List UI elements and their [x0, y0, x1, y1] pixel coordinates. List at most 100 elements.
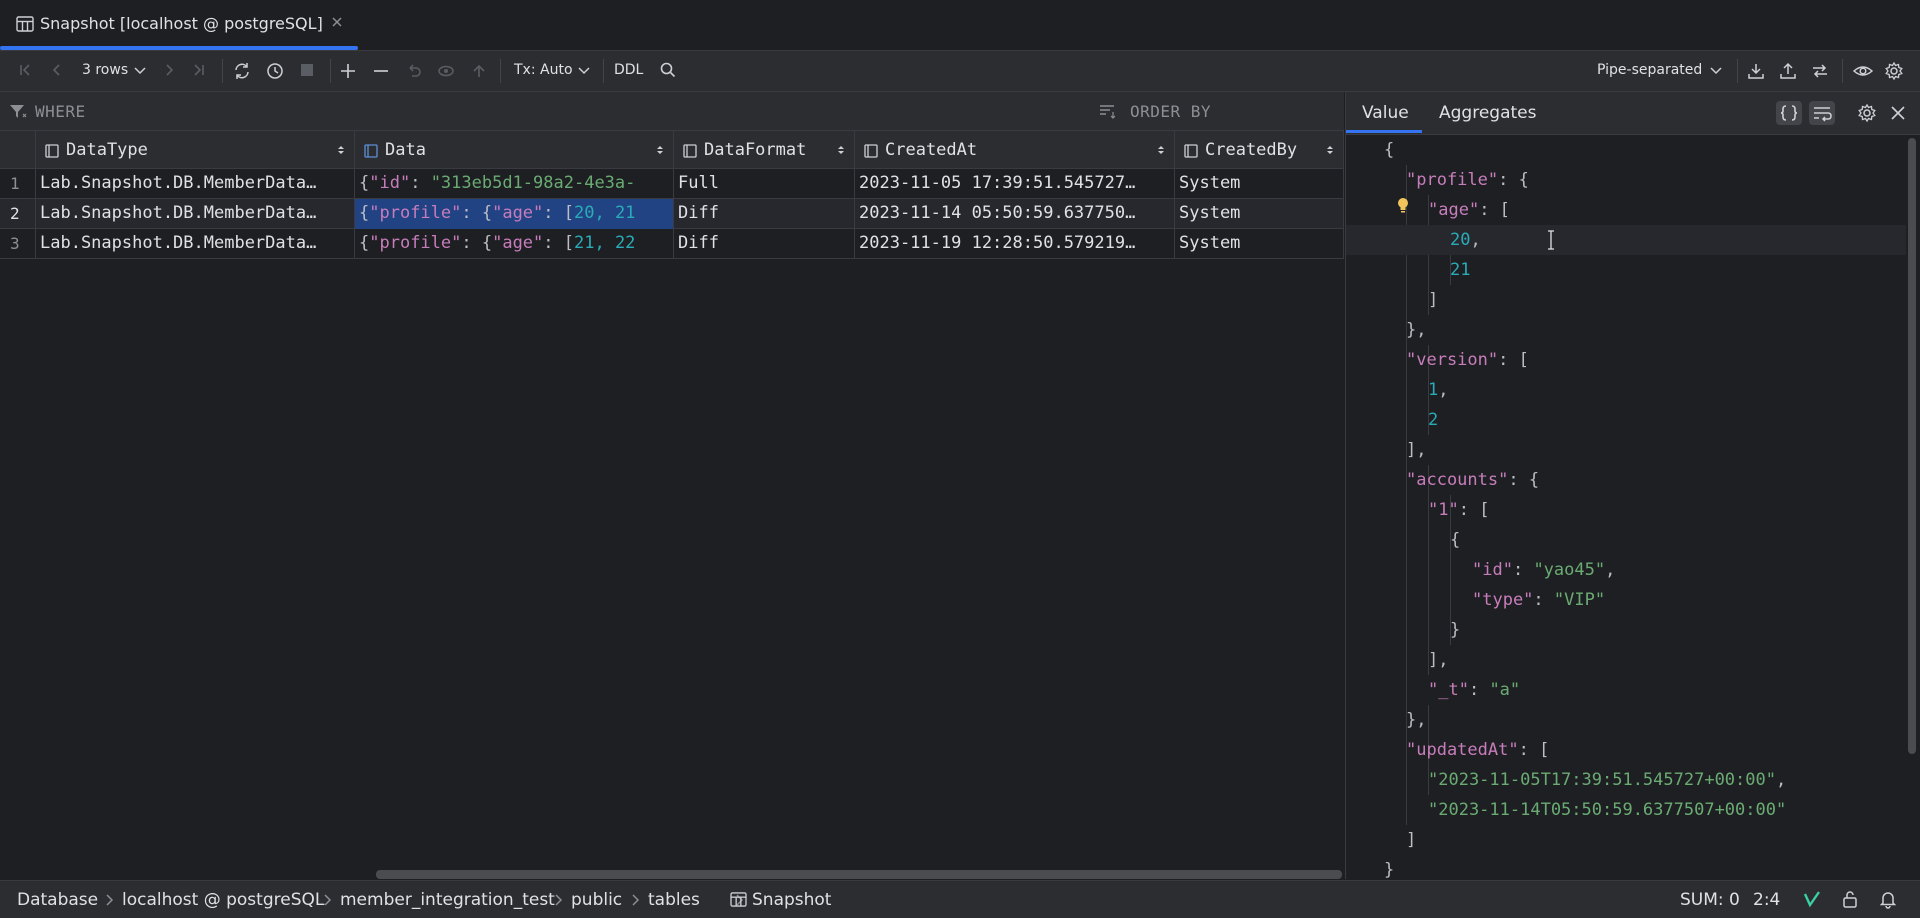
transaction-mode-selector[interactable]: Tx: Auto	[514, 62, 573, 78]
cell-dataformat[interactable]: Diff	[674, 229, 855, 259]
json-line[interactable]: },	[1346, 705, 1906, 735]
column-header-data[interactable]: Data	[355, 131, 674, 169]
previous-page-icon[interactable]	[48, 61, 66, 79]
add-row-icon[interactable]	[338, 61, 358, 81]
sort-arrows-icon[interactable]	[336, 144, 346, 156]
json-line[interactable]: }	[1346, 615, 1906, 645]
json-line[interactable]: },	[1346, 315, 1906, 345]
cell-data[interactable]: {"profile": {"age": [21, 22	[355, 229, 674, 259]
cell-createdat[interactable]: 2023-11-19 12:28:50.579219…	[855, 229, 1175, 259]
tab-value[interactable]: Value	[1362, 103, 1409, 123]
upload-icon[interactable]	[1778, 61, 1798, 81]
cell-datatype[interactable]: Lab.Snapshot.DB.MemberData…	[36, 229, 355, 259]
json-line[interactable]: "2023-11-14T05:50:59.6377507+00:00"	[1346, 795, 1906, 825]
json-line[interactable]: ],	[1346, 645, 1906, 675]
sort-arrows-icon[interactable]	[1325, 144, 1335, 156]
chevron-down-icon[interactable]	[132, 61, 148, 79]
json-line[interactable]: "updatedAt": [	[1346, 735, 1906, 765]
json-line[interactable]: {	[1346, 135, 1906, 165]
table-row[interactable]: 3 Lab.Snapshot.DB.MemberData… {"profile"…	[0, 229, 1344, 259]
chevron-down-icon[interactable]	[576, 61, 592, 79]
json-line[interactable]: 21	[1346, 255, 1906, 285]
vertical-scrollbar[interactable]	[1908, 138, 1916, 754]
json-line[interactable]: "2023-11-05T17:39:51.545727+00:00",	[1346, 765, 1906, 795]
json-line[interactable]: {	[1346, 525, 1906, 555]
stop-icon[interactable]	[298, 61, 316, 79]
rows-selector[interactable]: 3 rows	[82, 62, 128, 78]
where-filter-input[interactable]: WHERE	[35, 102, 86, 121]
json-line[interactable]: "version": [	[1346, 345, 1906, 375]
json-line[interactable]: 20,	[1346, 225, 1906, 255]
cell-dataformat[interactable]: Diff	[674, 199, 855, 229]
breadcrumb-item[interactable]: Database	[17, 890, 98, 910]
json-line[interactable]: ]	[1346, 825, 1906, 855]
cell-datatype[interactable]: Lab.Snapshot.DB.MemberData…	[36, 169, 355, 199]
column-header-createdat[interactable]: CreatedAt	[855, 131, 1175, 169]
delete-row-icon[interactable]	[371, 61, 391, 81]
notifications-bell-icon[interactable]	[1878, 889, 1898, 909]
json-line[interactable]: "age": [	[1346, 195, 1906, 225]
history-icon[interactable]	[265, 61, 285, 81]
lightbulb-icon[interactable]	[1396, 197, 1410, 215]
export-format-selector[interactable]: Pipe-separated	[1597, 62, 1702, 78]
validation-check-icon[interactable]	[1802, 889, 1822, 909]
cell-data-selected[interactable]: {"profile": {"age": [20, 21	[355, 199, 674, 229]
cell-data[interactable]: {"id": "313eb5d1-98a2-4e3a-	[355, 169, 674, 199]
download-icon[interactable]	[1746, 61, 1766, 81]
revert-icon[interactable]	[404, 61, 424, 81]
breadcrumb-item[interactable]: localhost @ postgreSQL	[122, 890, 324, 910]
close-icon[interactable]	[1885, 101, 1911, 125]
table-row[interactable]: 1 Lab.Snapshot.DB.MemberData… {"id": "31…	[0, 169, 1344, 199]
cell-createdby[interactable]: System	[1175, 229, 1344, 259]
breadcrumb-item[interactable]: member_integration_test	[340, 890, 555, 910]
sort-arrows-icon[interactable]	[836, 144, 846, 156]
cell-dataformat[interactable]: Full	[674, 169, 855, 199]
horizontal-scrollbar[interactable]	[376, 870, 1342, 879]
json-line[interactable]: 1,	[1346, 375, 1906, 405]
breadcrumb-item[interactable]: public	[571, 890, 622, 910]
table-row[interactable]: 2 Lab.Snapshot.DB.MemberData… {"profile"…	[0, 199, 1344, 229]
column-header-dataformat[interactable]: DataFormat	[674, 131, 855, 169]
column-header-createdby[interactable]: CreatedBy	[1175, 131, 1344, 169]
json-line[interactable]: "_t": "a"	[1346, 675, 1906, 705]
next-page-icon[interactable]	[160, 61, 178, 79]
json-format-icon[interactable]	[1776, 101, 1802, 125]
settings-gear-icon[interactable]	[1854, 101, 1880, 125]
tab-snapshot[interactable]: Snapshot [localhost @ postgreSQL]	[0, 0, 358, 50]
preview-changes-icon[interactable]	[436, 61, 456, 81]
last-page-icon[interactable]	[190, 61, 208, 79]
json-line[interactable]: "id": "yao45",	[1346, 555, 1906, 585]
soft-wrap-icon[interactable]	[1809, 101, 1835, 125]
json-line[interactable]: "profile": {	[1346, 165, 1906, 195]
settings-gear-icon[interactable]	[1884, 61, 1904, 81]
search-icon[interactable]	[659, 61, 677, 79]
json-line[interactable]: "1": [	[1346, 495, 1906, 525]
sort-arrows-icon[interactable]	[655, 144, 665, 156]
json-line[interactable]: "type": "VIP"	[1346, 585, 1906, 615]
close-icon[interactable]	[330, 15, 344, 29]
eye-icon[interactable]	[1852, 61, 1874, 81]
order-by-input[interactable]: ORDER BY	[1130, 102, 1211, 121]
first-page-icon[interactable]	[16, 61, 34, 79]
filter-icon[interactable]	[8, 102, 28, 120]
json-line[interactable]: ],	[1346, 435, 1906, 465]
submit-icon[interactable]	[469, 61, 489, 81]
cell-createdby[interactable]: System	[1175, 169, 1344, 199]
ddl-button[interactable]: DDL	[614, 62, 643, 78]
refresh-icon[interactable]	[232, 61, 252, 81]
sort-icon[interactable]	[1098, 103, 1118, 119]
json-line[interactable]: }	[1346, 855, 1906, 879]
json-value-editor[interactable]: {"profile": {"age": [20, 21]}, "version": …	[1346, 135, 1906, 879]
chevron-down-icon[interactable]	[1708, 61, 1724, 79]
cell-createdat[interactable]: 2023-11-05 17:39:51.545727…	[855, 169, 1175, 199]
json-line[interactable]: 2	[1346, 405, 1906, 435]
cell-createdat[interactable]: 2023-11-14 05:50:59.637750…	[855, 199, 1175, 229]
lock-icon[interactable]	[1840, 889, 1860, 909]
compare-icon[interactable]	[1810, 61, 1830, 81]
json-line[interactable]: ]	[1346, 285, 1906, 315]
tab-aggregates[interactable]: Aggregates	[1439, 103, 1536, 123]
json-line[interactable]: "accounts": {	[1346, 465, 1906, 495]
sort-arrows-icon[interactable]	[1156, 144, 1166, 156]
cursor-position[interactable]: 2:4	[1753, 890, 1780, 910]
cell-createdby[interactable]: System	[1175, 199, 1344, 229]
